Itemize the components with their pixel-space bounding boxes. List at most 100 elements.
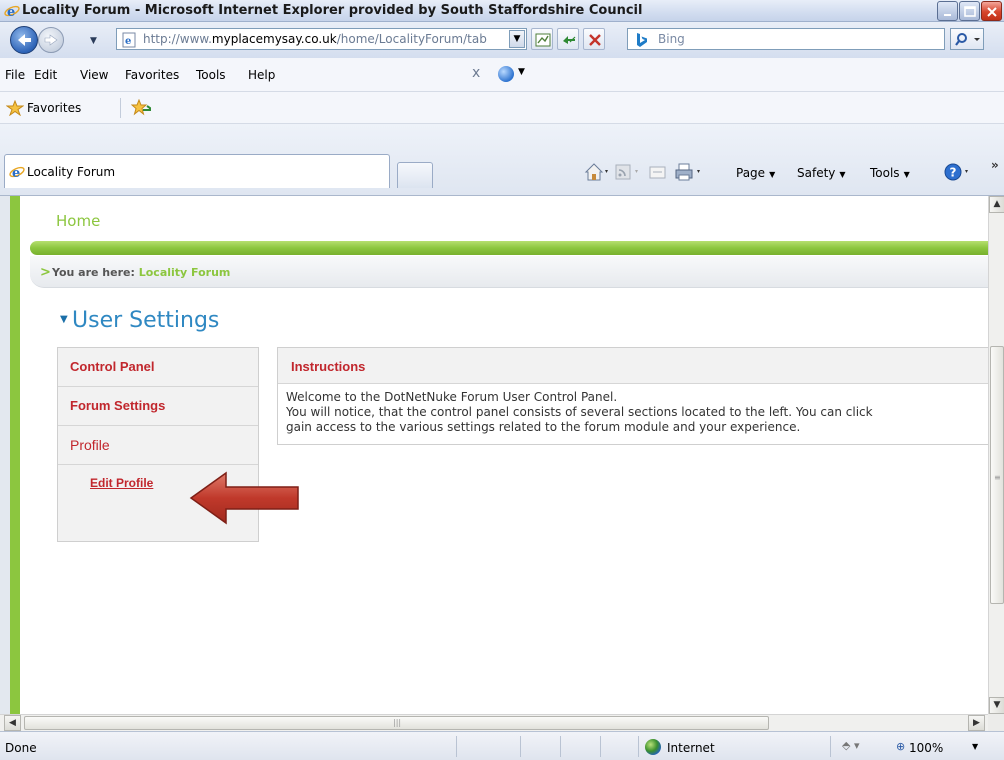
grip-icon: ≡	[994, 473, 1001, 482]
collapse-triangle-icon[interactable]: ▼	[60, 314, 68, 325]
horizontal-scroll-thumb[interactable]: |||	[24, 716, 769, 730]
search-placeholder: Bing	[658, 32, 685, 46]
feeds-icon[interactable]	[614, 162, 642, 182]
compatibility-icon	[535, 33, 551, 47]
chevron-down-icon: ▼	[903, 170, 910, 179]
horizontal-scrollbar[interactable]: ◀ ||| ▶	[0, 714, 988, 731]
security-zone-label[interactable]: Internet	[667, 741, 715, 755]
title-bar: e Locality Forum - Microsoft Internet Ex…	[0, 0, 1004, 22]
menu-item-control-panel[interactable]: Control Panel	[58, 348, 258, 387]
svg-text:e: e	[7, 5, 15, 19]
svg-text:e: e	[125, 36, 131, 47]
chevron-down-icon: ▼	[839, 170, 846, 179]
status-divider	[520, 736, 521, 757]
instructions-line: gain access to the various settings rela…	[286, 420, 801, 434]
zoom-level[interactable]: 100%	[909, 741, 943, 755]
compatibility-view-button[interactable]	[531, 28, 553, 50]
menu-bar: File Edit View Favorites Tools Help x ▼	[0, 58, 1004, 92]
protected-mode-icon[interactable]: ⬘ ▾	[842, 739, 859, 752]
tab-locality-forum[interactable]: e Locality Forum	[4, 154, 390, 188]
scroll-down-button[interactable]: ▼	[989, 697, 1004, 714]
close-toolbar-icon[interactable]: x	[472, 65, 480, 81]
vertical-scroll-thumb[interactable]: ≡	[990, 346, 1004, 604]
home-icon[interactable]	[584, 162, 608, 182]
close-icon	[987, 7, 997, 17]
url-text: http://www.myplacemysay.co.uk/home/Local…	[143, 32, 521, 46]
more-commands-icon[interactable]: »	[991, 158, 999, 172]
instructions-line: Welcome to the DotNetNuke Forum User Con…	[286, 390, 618, 404]
chevron-down-icon[interactable]: ▼	[972, 742, 978, 751]
address-field[interactable]: e http://www.myplacemysay.co.uk/home/Loc…	[116, 28, 527, 50]
search-field[interactable]: Bing	[627, 28, 945, 50]
stop-button[interactable]	[583, 28, 605, 50]
chevron-down-icon: ▼	[769, 170, 776, 179]
menu-view[interactable]: View	[80, 68, 108, 82]
forward-button[interactable]	[38, 27, 64, 53]
breadcrumb-text: You are here: Locality Forum	[52, 266, 230, 279]
favorites-button[interactable]: Favorites	[27, 101, 81, 115]
menu-tools[interactable]: Tools	[196, 68, 226, 82]
tools-menu-button[interactable]: Tools ▼	[870, 166, 910, 180]
close-window-button[interactable]	[981, 1, 1002, 21]
scroll-up-button[interactable]: ▲	[989, 196, 1004, 213]
instructions-header: Instructions	[278, 348, 988, 384]
edit-profile-link[interactable]: Edit Profile	[90, 476, 153, 490]
page-menu-label: Page	[736, 166, 766, 180]
forward-arrow-icon	[44, 34, 58, 46]
minimize-icon	[944, 14, 951, 16]
chevron-down-icon[interactable]: ▼	[518, 67, 525, 77]
page-title: User Settings	[72, 308, 220, 333]
instructions-heading: Instructions	[291, 359, 366, 374]
stop-icon	[589, 34, 601, 46]
menu-edit[interactable]: Edit	[34, 68, 57, 82]
menu-favorites[interactable]: Favorites	[125, 68, 179, 82]
page-icon: e	[122, 32, 136, 48]
recent-pages-dropdown[interactable]: ▼	[90, 36, 97, 46]
print-icon[interactable]	[674, 162, 704, 182]
tab-label: Locality Forum	[27, 165, 116, 179]
breadcrumb-current-link[interactable]: Locality Forum	[139, 266, 231, 279]
back-button[interactable]	[10, 26, 38, 54]
address-dropdown-button[interactable]: ▼	[509, 30, 525, 48]
read-mail-icon[interactable]	[648, 162, 668, 182]
menu-file[interactable]: File	[5, 68, 25, 82]
page-menu-button[interactable]: Page ▼	[736, 166, 775, 180]
search-button[interactable]	[950, 28, 984, 50]
svg-text:?: ?	[950, 166, 957, 180]
menu-item-forum-settings[interactable]: Forum Settings	[58, 387, 258, 426]
status-divider	[830, 736, 831, 757]
globe-icon[interactable]	[498, 66, 514, 82]
favorites-star-icon[interactable]	[6, 100, 24, 116]
maximize-button[interactable]	[959, 1, 980, 21]
menu-item-profile[interactable]: Profile	[58, 426, 258, 465]
back-arrow-icon	[18, 34, 31, 46]
svg-text:e: e	[12, 166, 20, 180]
maximize-icon	[964, 6, 976, 17]
tab-bar: e Locality Forum Page ▼ Safety ▼ Tools ▼ ? …	[0, 124, 1004, 196]
page-left-margin	[0, 196, 10, 714]
vertical-scrollbar[interactable]: ▲ ≡ ▼	[988, 196, 1004, 714]
status-divider	[456, 736, 457, 757]
green-side-rail	[10, 196, 20, 714]
scroll-right-button[interactable]: ▶	[968, 715, 985, 731]
home-link[interactable]: Home	[56, 212, 100, 230]
refresh-button[interactable]	[557, 28, 579, 50]
add-to-favorites-bar-icon[interactable]	[131, 99, 151, 117]
search-icon	[955, 33, 980, 46]
instructions-panel: Instructions Welcome to the DotNetNuke F…	[277, 347, 988, 445]
callout-arrow-icon	[189, 471, 299, 525]
breadcrumb-prefix: You are here:	[52, 266, 135, 279]
instructions-text: Welcome to the DotNetNuke Forum User Con…	[286, 390, 988, 435]
breadcrumb-arrow-icon: >	[40, 265, 51, 280]
tools-menu-label: Tools	[870, 166, 900, 180]
scroll-left-button[interactable]: ◀	[4, 715, 21, 731]
zoom-icon: ⊕	[896, 740, 906, 753]
help-icon[interactable]: ?	[944, 162, 974, 182]
status-divider	[560, 736, 561, 757]
minimize-button[interactable]	[937, 1, 958, 21]
safety-menu-label: Safety	[797, 166, 836, 180]
favorites-bar: Favorites	[0, 92, 1004, 124]
new-tab-button[interactable]	[397, 162, 433, 188]
safety-menu-button[interactable]: Safety ▼	[797, 166, 846, 180]
menu-help[interactable]: Help	[248, 68, 275, 82]
